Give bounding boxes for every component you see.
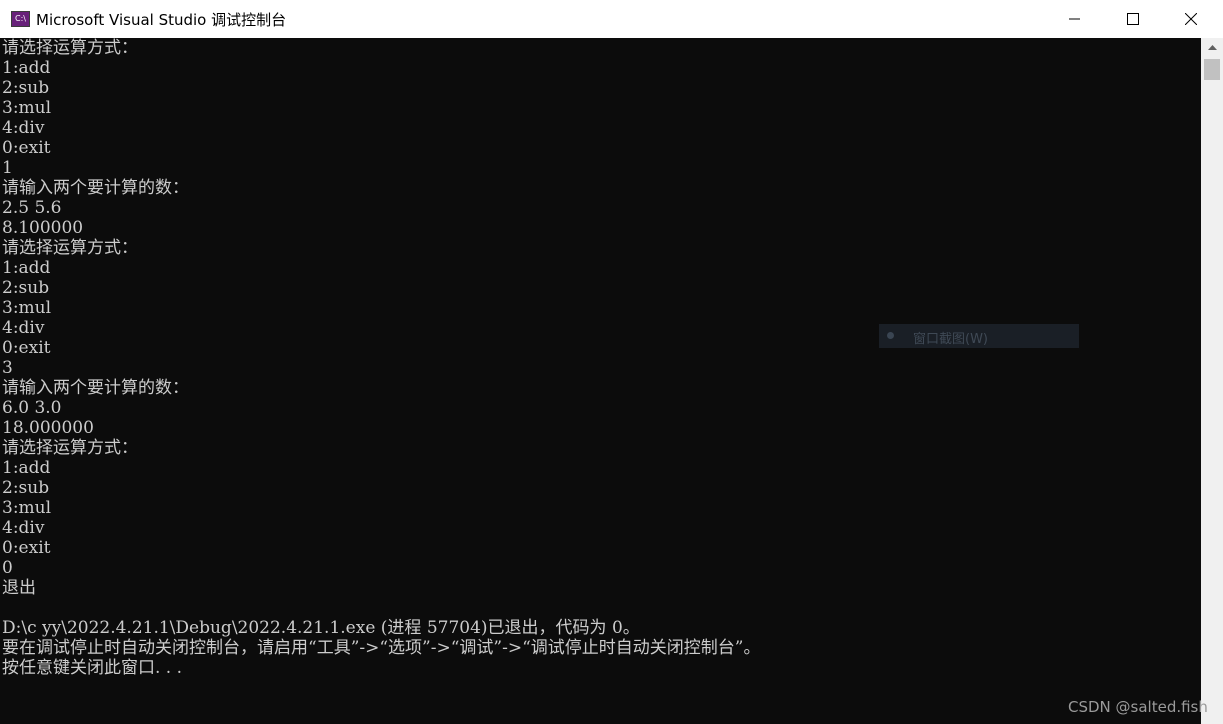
console-line: 1:add xyxy=(2,58,51,78)
console-line: 3 xyxy=(2,358,13,378)
overlay-label: 窗口截图(W) xyxy=(913,332,988,347)
console-line: 8.100000 xyxy=(2,218,84,238)
console-line: 1:add xyxy=(2,258,51,278)
close-icon xyxy=(1185,13,1197,25)
console-line: 0:exit xyxy=(2,138,51,158)
close-button[interactable] xyxy=(1162,0,1220,38)
title-bar[interactable]: C:\ Microsoft Visual Studio 调试控制台 xyxy=(0,0,1223,38)
console-line: 2:sub xyxy=(2,478,50,498)
console-line: 2.5 5.6 xyxy=(2,198,62,218)
minimize-button[interactable] xyxy=(1046,0,1104,38)
vertical-scrollbar[interactable] xyxy=(1201,38,1223,724)
minimize-icon xyxy=(1069,18,1080,20)
console-line: 请输入两个要计算的数： xyxy=(2,178,189,198)
console-line: 请选择运算方式： xyxy=(2,238,138,258)
scroll-thumb[interactable] xyxy=(1204,59,1220,80)
console-app-icon: C:\ xyxy=(11,11,30,27)
console-line: 0:exit xyxy=(2,538,51,558)
console-line: 4:div xyxy=(2,118,45,138)
maximize-button[interactable] xyxy=(1104,0,1162,38)
bullet-icon xyxy=(887,332,894,339)
console-line: 退出 xyxy=(2,578,36,598)
console-line: 1:add xyxy=(2,458,51,478)
console-line: 3:mul xyxy=(2,98,52,118)
console-line: 请选择运算方式： xyxy=(2,38,138,58)
console-line: 0 xyxy=(2,558,13,578)
window-title: Microsoft Visual Studio 调试控制台 xyxy=(36,11,287,29)
window-screenshot-menu-item[interactable]: 窗口截图(W) xyxy=(879,324,1079,348)
console-line: 1 xyxy=(2,158,13,178)
console-line: 2:sub xyxy=(2,278,50,298)
scroll-up-button[interactable] xyxy=(1201,38,1223,58)
console-line: 4:div xyxy=(2,518,45,538)
console-line: 18.000000 xyxy=(2,418,94,438)
console-line: 0:exit xyxy=(2,338,51,358)
console-line: 4:div xyxy=(2,318,45,338)
maximize-icon xyxy=(1127,13,1139,25)
console-line: 按任意键关闭此窗口. . . xyxy=(2,658,183,678)
console-line: 要在调试停止时自动关闭控制台，请启用“工具”->“选项”->“调试”->“调试停… xyxy=(2,638,761,658)
console-line: 请选择运算方式： xyxy=(2,438,138,458)
console-line: 请输入两个要计算的数： xyxy=(2,378,189,398)
watermark: CSDN @salted.fish xyxy=(1068,698,1208,716)
console-line: 2:sub xyxy=(2,78,50,98)
console-line: D:\c yy\2022.4.21.1\Debug\2022.4.21.1.ex… xyxy=(2,618,640,638)
console-line: 3:mul xyxy=(2,498,52,518)
console-line: 6.0 3.0 xyxy=(2,398,62,418)
console-lines: 请选择运算方式： 1:add 2:sub 3:mul 4:div 0:exit 1 请输入两个… xyxy=(2,38,761,678)
console-line: 3:mul xyxy=(2,298,52,318)
arrow-up-icon xyxy=(1207,45,1217,50)
console-output-area[interactable]: 请选择运算方式： 1:add 2:sub 3:mul 4:div 0:exit 1 请输入两个… xyxy=(0,38,1201,724)
